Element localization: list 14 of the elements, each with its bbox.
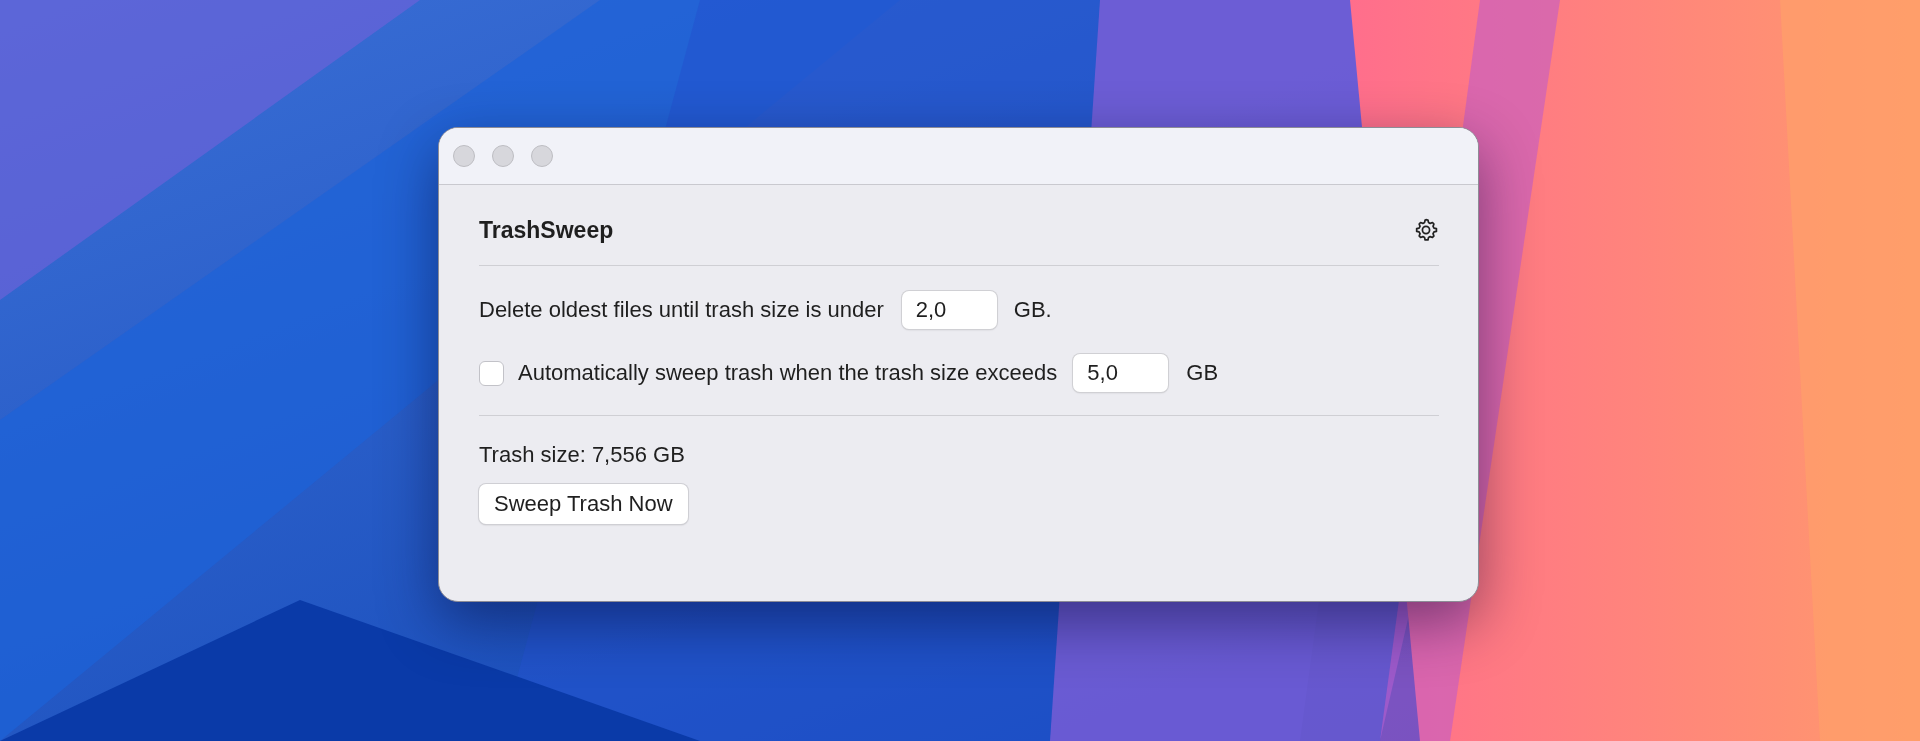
auto-sweep-checkbox[interactable] [479,360,504,386]
sweep-trash-button[interactable]: Sweep Trash Now [479,484,688,524]
trash-size-text: Trash size: 7,556 GB [479,442,686,468]
unit-label: GB [1186,360,1219,386]
zoom-button-icon[interactable] [531,145,553,167]
settings-icon[interactable] [1413,217,1439,243]
minimize-button-icon[interactable] [492,145,514,167]
close-button-icon[interactable] [453,145,475,167]
auto-sweep-label: Automatically sweep trash when the trash size exceeds [518,360,1058,386]
threshold-label: Delete oldest files until trash size is under [479,297,884,323]
size-limit-field[interactable]: 2,0 [901,291,997,329]
auto-sweep-size-field[interactable]: 5,0 [1073,354,1169,392]
unit-label: GB. [1013,297,1052,323]
app-heading: TrashSweep [479,216,614,244]
